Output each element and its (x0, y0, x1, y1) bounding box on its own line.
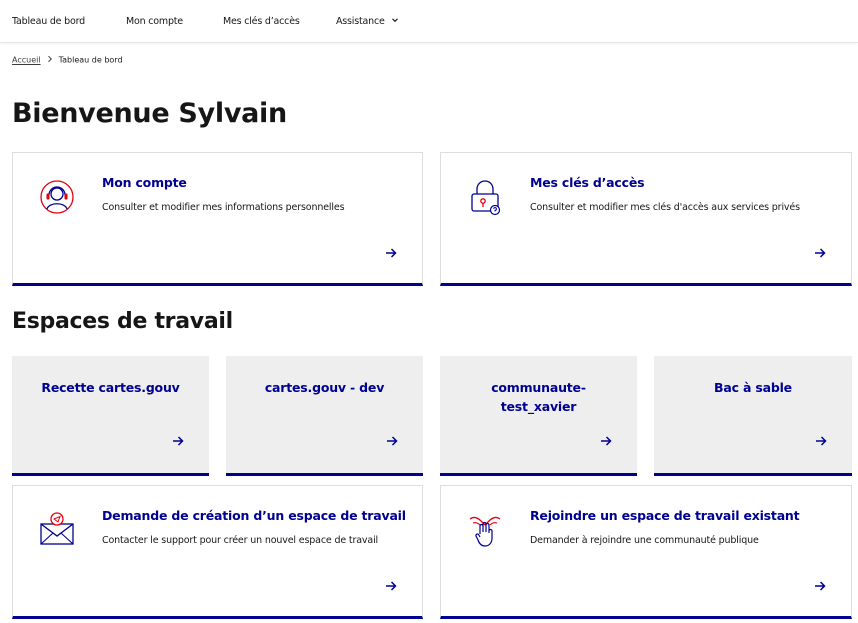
arrow-right-icon (384, 245, 398, 259)
workspaces-section-title: Espaces de travail (12, 309, 233, 334)
arrow-right-icon (813, 578, 827, 592)
tile-access-keys-title: Mes clés d’accès (530, 175, 645, 190)
nav-item-account[interactable]: Mon compte (126, 16, 183, 27)
nav-item-assistance-label: Assistance (336, 16, 385, 27)
tile-account[interactable]: Mon compte Consulter et modifier mes inf… (12, 152, 423, 286)
tile-account-title: Mon compte (102, 175, 187, 190)
arrow-right-icon (171, 433, 185, 447)
workspace-card[interactable]: Bac à sable (654, 356, 852, 476)
nav-item-access-keys[interactable]: Mes clés d’accès (223, 16, 300, 27)
arrow-right-icon (385, 433, 399, 447)
workspace-card[interactable]: communaute-test_xavier (440, 356, 637, 476)
breadcrumb-home-link[interactable]: Accueil (12, 56, 41, 65)
chevron-right-icon (47, 55, 53, 65)
breadcrumb-current: Tableau de bord (58, 55, 123, 65)
tile-create-workspace-description: Contacter le support pour créer un nouve… (102, 535, 379, 546)
workspace-card-title: Bac à sable (714, 380, 792, 395)
nav-item-assistance[interactable]: Assistance (336, 16, 399, 27)
workspace-card[interactable]: Recette cartes.gouv (12, 356, 209, 476)
tile-account-description: Consulter et modifier mes informations p… (102, 202, 345, 213)
page-title: Bienvenue Sylvain (12, 98, 287, 129)
tile-join-workspace-title: Rejoindre un espace de travail existant (530, 508, 800, 523)
tile-join-workspace[interactable]: Rejoindre un espace de travail existant … (440, 485, 852, 619)
arrow-right-icon (813, 245, 827, 259)
tile-access-keys-description: Consulter et modifier mes clés d'accès a… (530, 202, 800, 213)
tile-create-workspace-title: Demande de création d’un espace de trava… (102, 508, 406, 523)
workspace-card-title: Recette cartes.gouv (41, 380, 180, 395)
arrow-right-icon (384, 578, 398, 592)
arrow-right-icon (599, 433, 613, 447)
mail-send-icon (37, 510, 77, 550)
tile-create-workspace[interactable]: Demande de création d’un espace de trava… (12, 485, 423, 619)
tile-join-workspace-description: Demander à rejoindre une communauté publ… (530, 535, 759, 546)
tile-access-keys[interactable]: Mes clés d’accès Consulter et modifier m… (440, 152, 852, 286)
arrow-right-icon (814, 433, 828, 447)
hands-together-icon (465, 510, 505, 550)
padlock-icon (465, 177, 505, 217)
workspace-card-title: communaute-test_xavier (491, 380, 586, 414)
chevron-down-icon (391, 16, 399, 27)
workspace-card-title: cartes.gouv - dev (264, 380, 385, 395)
main-navigation: Tableau de bord Mon compte Mes clés d’ac… (0, 0, 858, 43)
support-avatar-icon (37, 177, 77, 217)
workspace-card[interactable]: cartes.gouv - dev (226, 356, 423, 476)
nav-item-dashboard[interactable]: Tableau de bord (12, 16, 85, 27)
breadcrumb: Accueil Tableau de bord (12, 55, 123, 65)
